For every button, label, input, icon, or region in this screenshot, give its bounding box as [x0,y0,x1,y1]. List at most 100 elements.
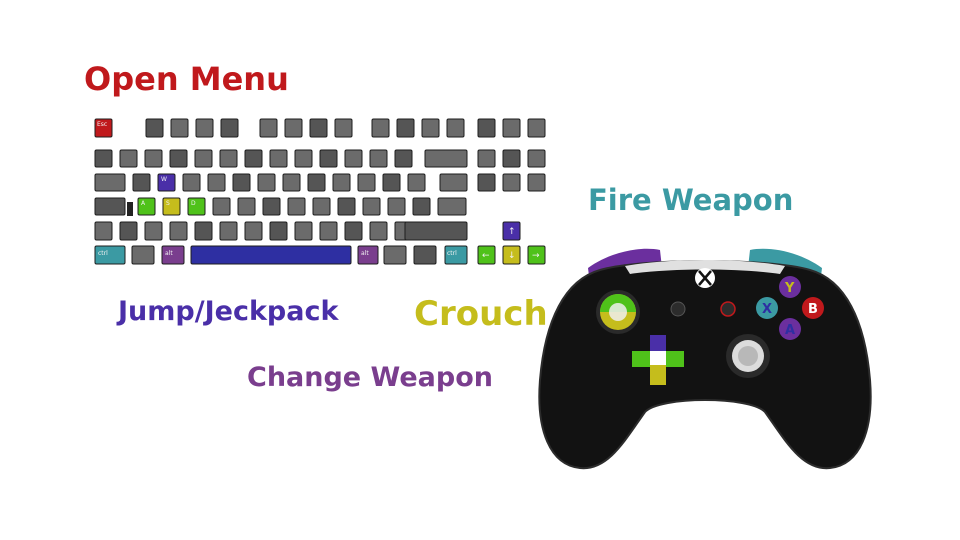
keyboard-key [413,245,437,265]
keyboard-key [220,118,239,138]
keyboard-key [477,173,496,192]
keyboard-key [337,197,356,216]
xbox-controller-diagram: Y X B A [538,248,872,470]
s-key-label: S [166,200,170,207]
keyboard-key [94,173,126,192]
keyboard-key [382,173,401,192]
left-stick-center [609,303,627,321]
keyboard-key [287,197,306,216]
keyboard-key [269,221,288,241]
keyboard-key [144,221,163,241]
dpad-right [664,351,684,367]
fire-weapon-label: Fire Weapon [588,183,794,217]
keyboard-key [369,149,388,168]
keyboard-key [282,173,301,192]
y-button-label: Y [784,281,795,296]
right-alt-key-label: alt [361,250,369,257]
keyboard-key [194,221,213,241]
keyboard-key [344,221,363,241]
keyboard-key [424,149,468,168]
jump-jetpack-label: Jump/Jeckpack [118,296,339,327]
controller-body [538,260,872,470]
keyboard-key [383,245,407,265]
arrow-left-key-label: ← [482,251,490,261]
keyboard-key [244,149,263,168]
keyboard-key [119,221,138,241]
left-ctrl-key-label: ctrl [98,250,108,257]
left-alt-key-label: alt [165,250,173,257]
arrow-up-key-label: ↑ [508,227,516,237]
change-weapon-label: Change Weapon [247,362,493,393]
keyboard-key [212,197,231,216]
keyboard-key [527,149,546,168]
keyboard-key [237,197,256,216]
right-ctrl-key-label: ctrl [447,250,457,257]
dpad-down [650,365,666,385]
crouch-label: Crouch [414,294,548,334]
menu-button-icon [720,301,736,317]
keyboard-key [319,149,338,168]
keyboard-key [244,221,263,241]
w-key-label: W [161,176,167,183]
keyboard-key [127,202,133,216]
keyboard-key [371,118,390,138]
keyboard-key [144,149,163,168]
keyboard-key [387,197,406,216]
keyboard-key [312,197,331,216]
keyboard-key [527,118,546,138]
keyboard-key [170,118,189,138]
keyboard-key [477,149,496,168]
keyboard-key [94,197,126,216]
keyboard-key [502,118,521,138]
keyboard-key [437,197,467,216]
keyboard-key [421,118,440,138]
keyboard-key [169,149,188,168]
b-button-label: B [808,302,818,317]
keyboard-key [369,221,388,241]
keyboard-key [262,197,281,216]
keyboard-key [145,118,164,138]
d-key-label: D [191,200,196,207]
x-button-label: X [762,302,772,317]
dpad-left [632,351,652,367]
keyboard-key [131,245,155,265]
keyboard-key [334,118,353,138]
open-menu-label: Open Menu [84,60,289,98]
keyboard-key [219,221,238,241]
keyboard-key [257,173,276,192]
keyboard-key [439,173,468,192]
keyboard-key [394,149,413,168]
keyboard-key [404,221,468,241]
keyboard-key [412,197,431,216]
keyboard-key [502,149,521,168]
keyboard-key [396,118,415,138]
keyboard-key [332,173,351,192]
right-stick-center [738,346,758,366]
keyboard-key [94,149,113,168]
keyboard-key [207,173,226,192]
spacebar-key [190,245,352,265]
keyboard-key [344,149,363,168]
keyboard-key [407,173,426,192]
keyboard-key [194,149,213,168]
keyboard-key [195,118,214,138]
keyboard-key [219,149,238,168]
keyboard-key [132,173,151,192]
keyboard-key [477,118,496,138]
esc-key-label: Esc [97,121,107,128]
keyboard-key [269,149,288,168]
keyboard-key [284,118,303,138]
keyboard-key [294,149,313,168]
keyboard-key [357,173,376,192]
keyboard-key [309,118,328,138]
view-button-icon [670,301,686,317]
keyboard-key [502,173,521,192]
arrow-down-key-label: ↓ [508,251,516,261]
keyboard-key [362,197,381,216]
keyboard-key [169,221,188,241]
keyboard-key [527,173,546,192]
dpad-center [650,351,666,367]
keyboard-key [294,221,313,241]
keyboard-key [307,173,326,192]
keyboard-key [259,118,278,138]
